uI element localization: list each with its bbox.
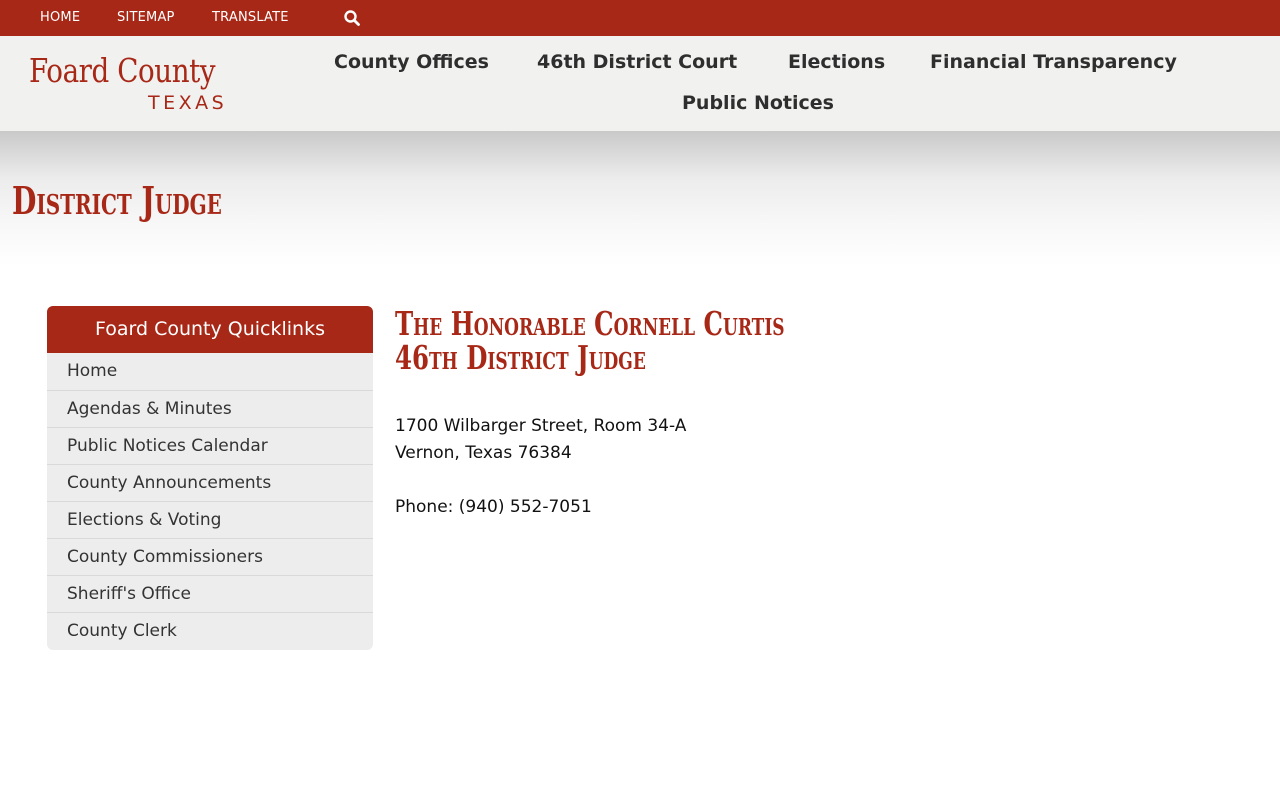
- site-header: Foard County TEXAS County Offices 46th D…: [0, 36, 1280, 131]
- quicklinks-sidebar: Foard County Quicklinks Home Agendas & M…: [47, 306, 373, 650]
- judge-name: The Honorable Cornell Curtis: [395, 304, 785, 343]
- page-banner: District Judge: [0, 131, 1280, 266]
- top-link-home[interactable]: HOME: [40, 0, 80, 36]
- page-title: District Judge: [12, 178, 222, 223]
- address-line-2: Vernon, Texas 76384: [395, 443, 572, 463]
- nav-county-offices[interactable]: County Offices: [334, 47, 489, 77]
- nav-financial-transparency[interactable]: Financial Transparency: [930, 47, 1177, 77]
- judge-heading: The Honorable Cornell Curtis 46th Distri…: [395, 304, 785, 377]
- nav-46th-district-court[interactable]: 46th District Court: [537, 47, 737, 77]
- site-logo[interactable]: Foard County TEXAS: [0, 36, 250, 131]
- quicklink-elections-voting[interactable]: Elections & Voting: [47, 501, 373, 538]
- nav-elections[interactable]: Elections: [788, 47, 885, 77]
- top-link-translate[interactable]: TRANSLATE: [212, 0, 289, 36]
- top-utility-bar: HOME SITEMAP TRANSLATE: [0, 0, 1280, 36]
- quicklinks-heading: Foard County Quicklinks: [47, 306, 373, 353]
- logo-county-name: Foard County: [29, 51, 216, 90]
- quicklink-county-clerk[interactable]: County Clerk: [47, 612, 373, 649]
- quicklink-sheriffs-office[interactable]: Sheriff's Office: [47, 575, 373, 612]
- quicklink-home[interactable]: Home: [47, 353, 373, 390]
- logo-state-name: TEXAS: [148, 92, 228, 114]
- top-link-sitemap[interactable]: SITEMAP: [117, 0, 175, 36]
- search-icon[interactable]: [343, 9, 361, 27]
- judge-position: 46th District Judge: [395, 338, 646, 377]
- nav-public-notices[interactable]: Public Notices: [682, 88, 834, 118]
- quicklink-county-announcements[interactable]: County Announcements: [47, 464, 373, 501]
- phone-number: Phone: (940) 552-7051: [395, 497, 592, 517]
- quicklink-county-commissioners[interactable]: County Commissioners: [47, 538, 373, 575]
- address-line-1: 1700 Wilbarger Street, Room 34-A: [395, 416, 687, 436]
- quicklink-public-notices-calendar[interactable]: Public Notices Calendar: [47, 427, 373, 464]
- quicklink-agendas-minutes[interactable]: Agendas & Minutes: [47, 390, 373, 427]
